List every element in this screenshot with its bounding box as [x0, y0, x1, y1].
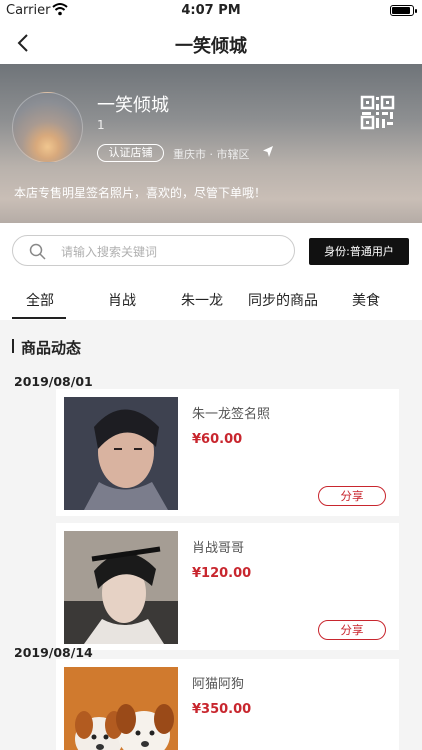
search-icon	[29, 243, 46, 260]
date-label: 2019/08/01	[14, 374, 93, 389]
product-image	[64, 667, 178, 750]
section-title: 商品动态	[21, 339, 82, 357]
shop-avatar	[12, 92, 83, 163]
product-image	[64, 531, 178, 644]
product-title: 朱一龙签名照	[192, 407, 271, 422]
product-card[interactable]: 肖战哥哥 ¥120.00 分享	[56, 523, 399, 650]
shop-header: 一笑倾城 1 认证店铺 重庆市 · 市辖区 本店专售明星签名照片，喜欢的，尽管下…	[0, 64, 422, 223]
page-title: 一笑倾城	[175, 36, 247, 57]
tab-all[interactable]: 全部	[26, 290, 54, 310]
share-button[interactable]: 分享	[318, 486, 386, 506]
share-button[interactable]: 分享	[318, 620, 386, 640]
product-title: 阿猫阿狗	[192, 677, 245, 692]
tab-synced-products[interactable]: 同步的商品	[248, 290, 318, 310]
product-price: ¥120.00	[192, 566, 252, 581]
identity-button[interactable]: 身份:普通用户	[309, 238, 409, 265]
product-image	[64, 397, 178, 510]
battery-icon	[390, 5, 417, 16]
certified-shop-badge: 认证店铺	[97, 144, 164, 162]
tab-zhuyilong[interactable]: 朱一龙	[181, 290, 223, 310]
product-price: ¥60.00	[192, 432, 243, 447]
product-card[interactable]: 朱一龙签名照 ¥60.00 分享	[56, 389, 399, 516]
shop-number: 1	[97, 118, 105, 132]
navigation-bar: 一笑倾城	[0, 22, 422, 64]
product-card[interactable]: 阿猫阿狗 ¥350.00	[56, 659, 399, 750]
shop-location: 重庆市 · 市辖区	[173, 148, 250, 161]
category-tabs: 全部 肖战 朱一龙 同步的商品 美食	[0, 278, 422, 320]
tab-food[interactable]: 美食	[352, 290, 380, 310]
section-marker	[12, 339, 14, 353]
section-header: 商品动态	[0, 320, 422, 370]
search-input[interactable]: 请输入搜索关键词	[12, 235, 295, 266]
active-tab-indicator	[12, 317, 66, 319]
search-row: 请输入搜索关键词 身份:普通用户	[0, 223, 422, 278]
location-arrow-icon	[263, 146, 273, 157]
tab-xiaozhan[interactable]: 肖战	[108, 290, 136, 310]
search-placeholder: 请输入搜索关键词	[61, 245, 158, 259]
product-price: ¥350.00	[192, 702, 252, 717]
date-label: 2019/08/14	[14, 645, 93, 660]
status-time: 4:07 PM	[181, 3, 241, 18]
product-title: 肖战哥哥	[192, 541, 245, 556]
status-bar: Carrier 4:07 PM	[0, 0, 422, 22]
qr-code-icon[interactable]	[360, 95, 395, 130]
shop-name: 一笑倾城	[97, 95, 169, 116]
shop-description: 本店专售明星签名照片，喜欢的，尽管下单哦！	[14, 186, 267, 200]
